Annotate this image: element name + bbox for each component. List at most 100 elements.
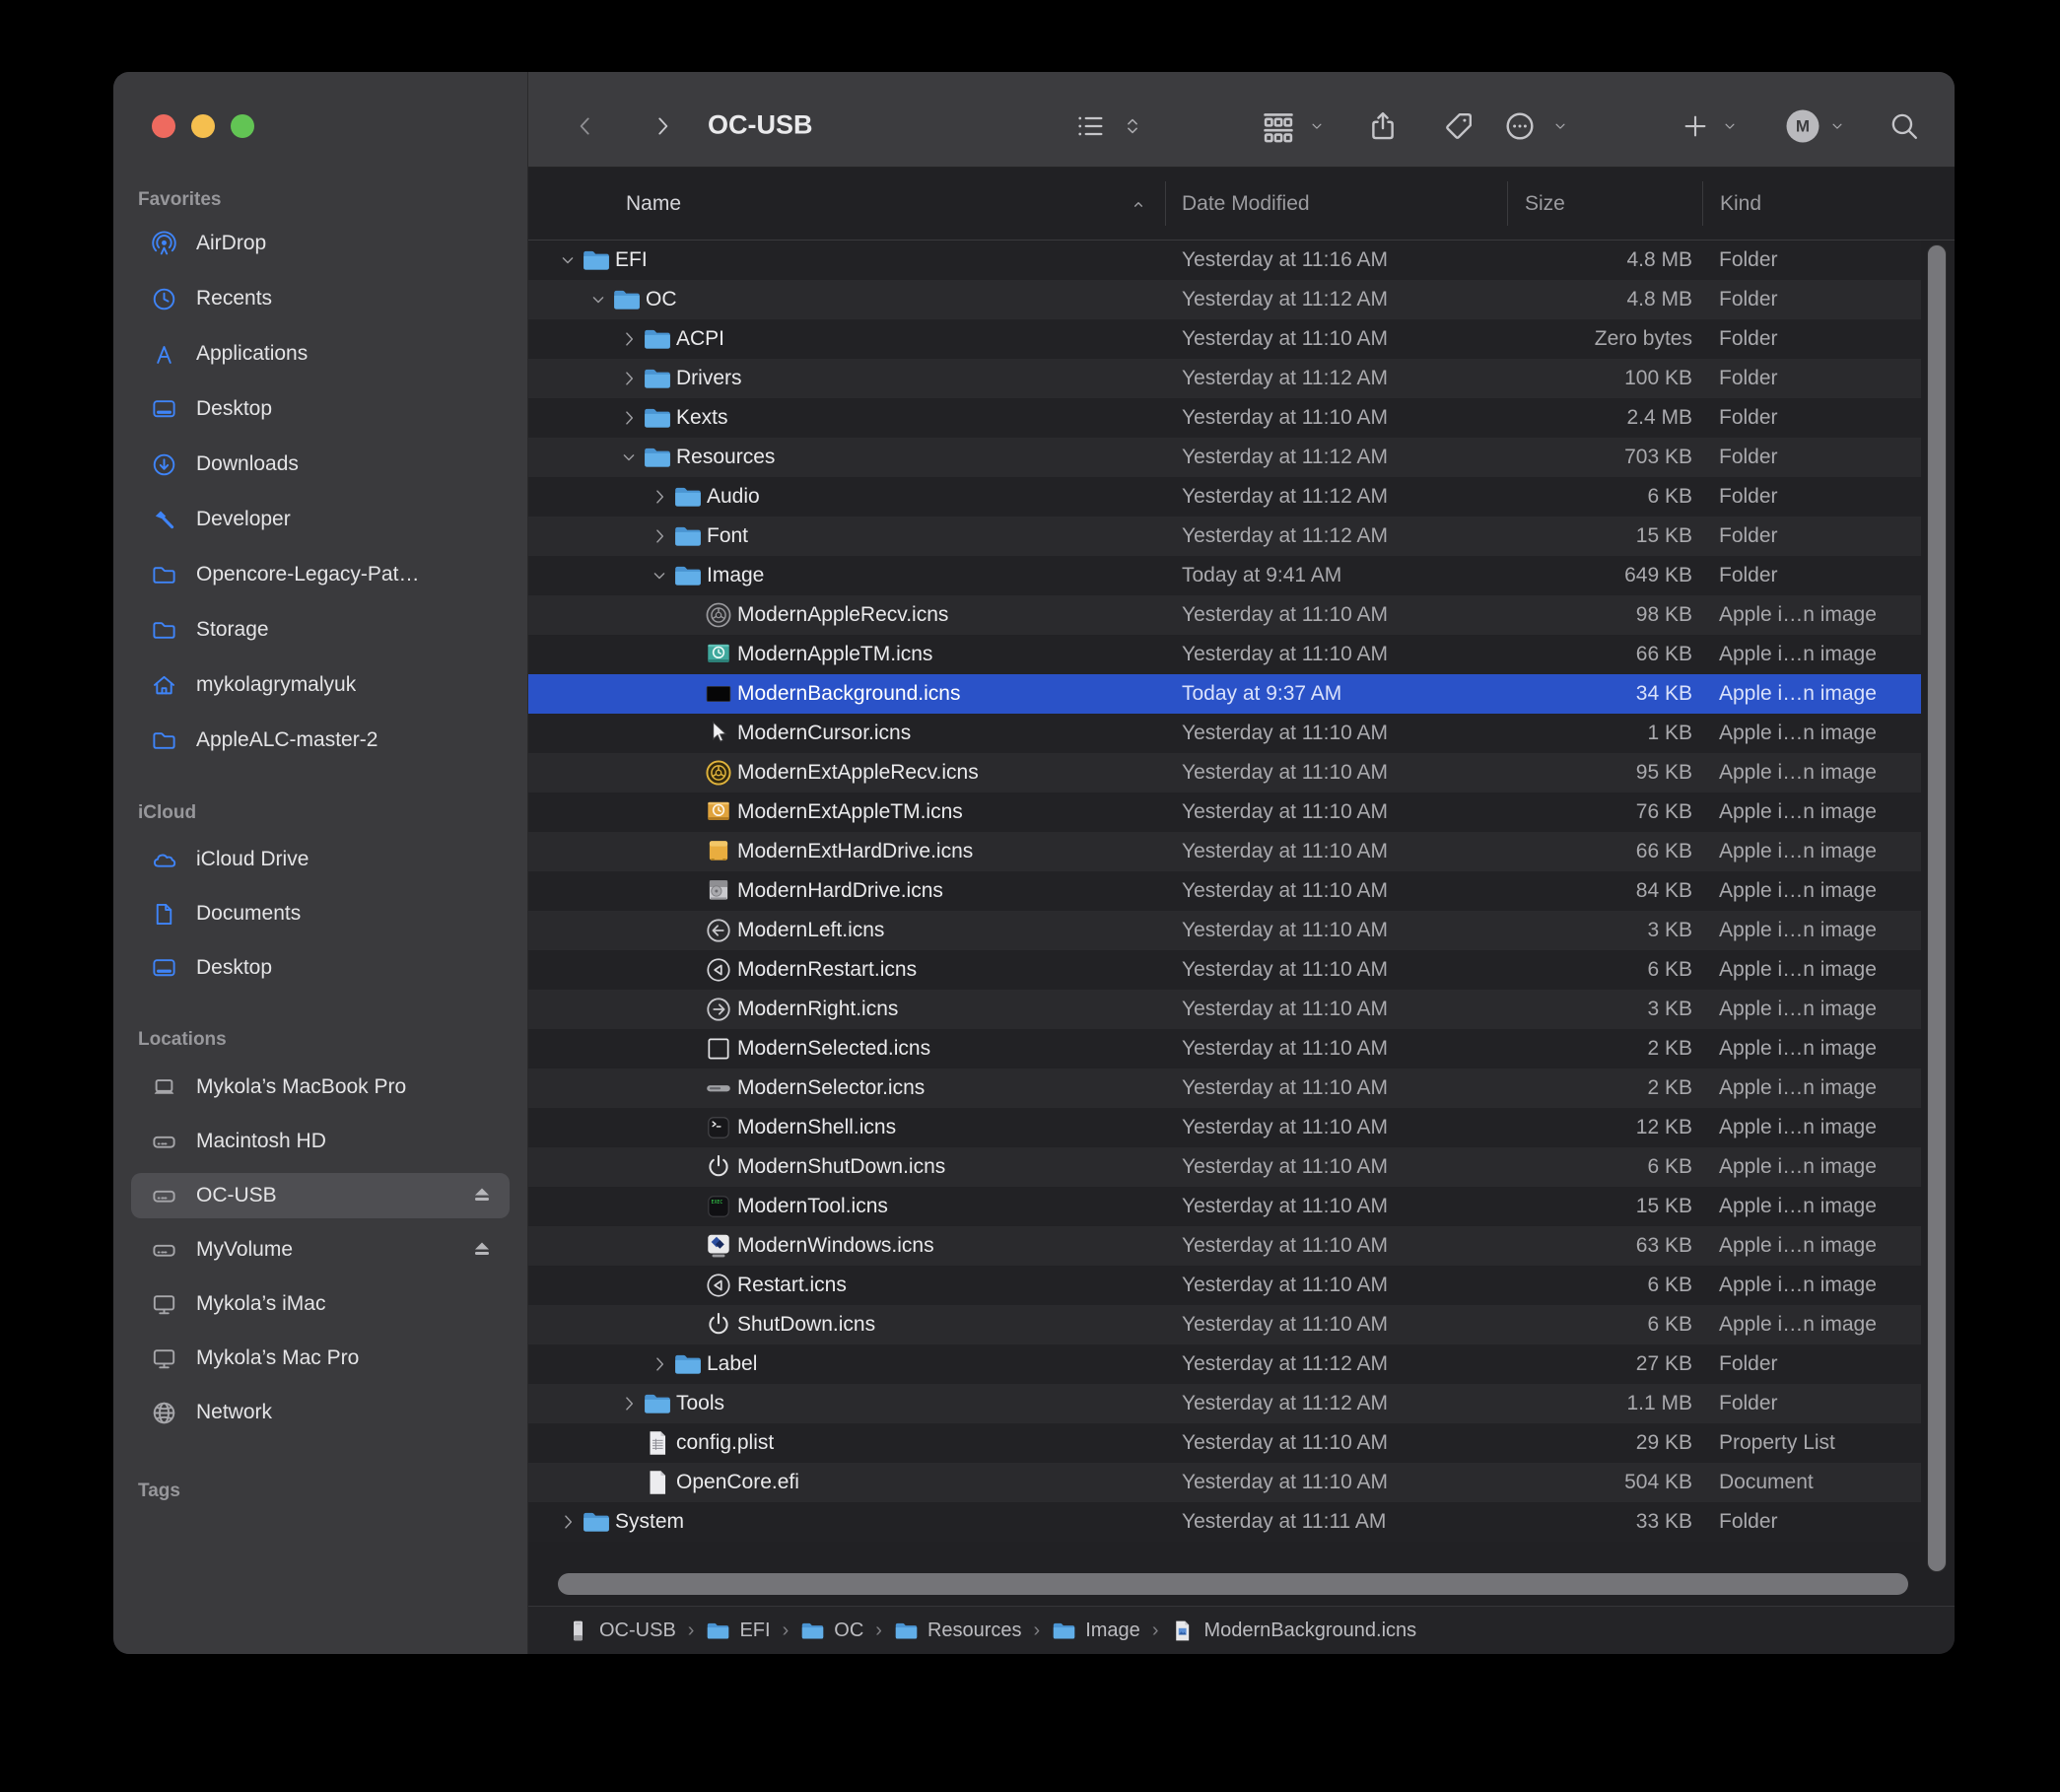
path-item-modernbackground-icns[interactable]: ModernBackground.icns — [1170, 1619, 1416, 1643]
file-row[interactable]: EXECModernTool.icnsYesterday at 11:10 AM… — [528, 1187, 1921, 1226]
column-divider[interactable] — [1507, 181, 1508, 226]
sidebar-item-mykola-s-imac[interactable]: Mykola’s iMac — [131, 1281, 510, 1327]
sidebar-item-macintosh-hd[interactable]: Macintosh HD — [131, 1119, 510, 1164]
eject-icon[interactable] — [470, 1238, 494, 1262]
sidebar-item-icloud-drive[interactable]: iCloud Drive — [131, 837, 510, 882]
file-row[interactable]: config.plistYesterday at 11:10 AM29 KBPr… — [528, 1423, 1921, 1463]
disclosure-closed-icon[interactable] — [619, 1384, 639, 1423]
file-row[interactable]: ModernExtAppleTM.icnsYesterday at 11:10 … — [528, 793, 1921, 832]
close-button[interactable] — [152, 114, 175, 138]
new-item-plus-icon[interactable] — [1681, 111, 1710, 141]
file-row[interactable]: ModernShutDown.icnsYesterday at 11:10 AM… — [528, 1147, 1921, 1187]
file-row[interactable]: LabelYesterday at 11:12 AM27 KBFolder — [528, 1344, 1921, 1384]
column-name[interactable]: Name — [626, 192, 681, 216]
search-icon[interactable] — [1888, 110, 1921, 143]
more-actions-icon[interactable] — [1503, 109, 1537, 143]
horizontal-scrollbar-thumb[interactable] — [558, 1573, 1908, 1595]
zoom-button[interactable] — [231, 114, 254, 138]
file-row[interactable]: ModernHardDrive.icnsYesterday at 11:10 A… — [528, 871, 1921, 911]
file-row[interactable]: AudioYesterday at 11:12 AM6 KBFolder — [528, 477, 1921, 517]
back-icon[interactable] — [573, 113, 598, 139]
sidebar-item-mykola-s-macbook-pro[interactable]: Mykola’s MacBook Pro — [131, 1065, 510, 1110]
file-row[interactable]: ModernExtHardDrive.icnsYesterday at 11:1… — [528, 832, 1921, 871]
column-divider[interactable] — [1165, 181, 1166, 226]
file-row[interactable]: Restart.icnsYesterday at 11:10 AM6 KBApp… — [528, 1266, 1921, 1305]
disclosure-open-icon[interactable] — [619, 438, 639, 477]
eject-icon[interactable] — [470, 1184, 494, 1207]
sidebar-item-opencore-legacy-pat[interactable]: Opencore-Legacy-Pat… — [131, 552, 510, 597]
sidebar-item-developer[interactable]: Developer — [131, 497, 510, 542]
path-item-resources[interactable]: Resources — [894, 1619, 1022, 1643]
sidebar-item-downloads[interactable]: Downloads — [131, 442, 510, 487]
sidebar-item-network[interactable]: Network — [131, 1390, 510, 1435]
vertical-scrollbar-thumb[interactable] — [1927, 244, 1947, 1572]
disclosure-closed-icon[interactable] — [650, 477, 669, 517]
disclosure-open-icon[interactable] — [558, 241, 578, 280]
sidebar-item-oc-usb[interactable]: OC-USB — [131, 1173, 510, 1218]
file-row[interactable]: ModernCursor.icnsYesterday at 11:10 AM1 … — [528, 714, 1921, 753]
new-item-chevron-icon[interactable] — [1722, 118, 1739, 135]
file-row[interactable]: ModernWindows.icnsYesterday at 11:10 AM6… — [528, 1226, 1921, 1266]
file-row[interactable]: FontYesterday at 11:12 AM15 KBFolder — [528, 517, 1921, 556]
file-row[interactable]: EFIYesterday at 11:16 AM4.8 MBFolder — [528, 241, 1921, 280]
file-row[interactable]: ModernLeft.icnsYesterday at 11:10 AM3 KB… — [528, 911, 1921, 950]
path-item-efi[interactable]: EFI — [706, 1619, 770, 1643]
disclosure-closed-icon[interactable] — [650, 1344, 669, 1384]
path-item-oc[interactable]: OC — [800, 1619, 863, 1643]
sidebar-item-desktop[interactable]: Desktop — [131, 386, 510, 432]
file-row[interactable]: SystemYesterday at 11:11 AM33 KBFolder — [528, 1502, 1921, 1542]
forward-icon[interactable] — [650, 113, 675, 139]
file-row[interactable]: ModernRestart.icnsYesterday at 11:10 AM6… — [528, 950, 1921, 990]
minimize-button[interactable] — [191, 114, 215, 138]
file-row[interactable]: ModernBackground.icnsToday at 9:37 AM34 … — [528, 674, 1921, 714]
file-row[interactable]: ShutDown.icnsYesterday at 11:10 AM6 KBAp… — [528, 1305, 1921, 1344]
sidebar-item-recents[interactable]: Recents — [131, 276, 510, 321]
sidebar-item-storage[interactable]: Storage — [131, 607, 510, 653]
path-item-image[interactable]: Image — [1052, 1619, 1140, 1643]
file-row[interactable]: OpenCore.efiYesterday at 11:10 AM504 KBD… — [528, 1463, 1921, 1502]
file-row[interactable]: KextsYesterday at 11:10 AM2.4 MBFolder — [528, 398, 1921, 438]
tag-icon[interactable] — [1443, 110, 1476, 143]
view-options-stepper-icon[interactable] — [1122, 112, 1143, 140]
file-row[interactable]: ModernSelector.icnsYesterday at 11:10 AM… — [528, 1068, 1921, 1108]
column-kind[interactable]: Kind — [1720, 192, 1761, 216]
file-row[interactable]: ACPIYesterday at 11:10 AMZero bytesFolde… — [528, 319, 1921, 359]
disclosure-closed-icon[interactable] — [650, 517, 669, 556]
column-divider[interactable] — [1702, 181, 1703, 226]
disclosure-open-icon[interactable] — [650, 556, 669, 595]
sidebar-item-airdrop[interactable]: AirDrop — [131, 221, 510, 266]
file-row[interactable]: ModernRight.icnsYesterday at 11:10 AM3 K… — [528, 990, 1921, 1029]
sidebar-item-desktop[interactable]: Desktop — [131, 945, 510, 991]
file-row[interactable]: ModernShell.icnsYesterday at 11:10 AM12 … — [528, 1108, 1921, 1147]
column-size[interactable]: Size — [1525, 192, 1565, 216]
sidebar-item-mykola-s-mac-pro[interactable]: Mykola’s Mac Pro — [131, 1336, 510, 1381]
file-row[interactable]: ModernSelected.icnsYesterday at 11:10 AM… — [528, 1029, 1921, 1068]
column-date-modified[interactable]: Date Modified — [1182, 192, 1310, 216]
list-view-icon[interactable] — [1074, 110, 1106, 142]
sidebar-item-applealc-master-2[interactable]: AppleALC-master-2 — [131, 718, 510, 763]
path-item-oc-usb[interactable]: OC-USB — [566, 1619, 676, 1643]
more-actions-chevron-icon[interactable] — [1552, 118, 1569, 135]
sidebar-item-applications[interactable]: Applications — [131, 331, 510, 377]
file-row[interactable]: ModernAppleTM.icnsYesterday at 11:10 AM6… — [528, 635, 1921, 674]
file-row[interactable]: OCYesterday at 11:12 AM4.8 MBFolder — [528, 280, 1921, 319]
sidebar-item-documents[interactable]: Documents — [131, 891, 510, 936]
sidebar-item-myvolume[interactable]: MyVolume — [131, 1227, 510, 1273]
account-chevron-icon[interactable] — [1829, 118, 1846, 135]
share-icon[interactable] — [1366, 109, 1400, 143]
disclosure-closed-icon[interactable] — [558, 1502, 578, 1542]
disclosure-closed-icon[interactable] — [619, 398, 639, 438]
sidebar-item-mykolagrymalyuk[interactable]: mykolagrymalyuk — [131, 662, 510, 708]
account-avatar[interactable]: M — [1787, 110, 1820, 143]
disclosure-closed-icon[interactable] — [619, 319, 639, 359]
file-row[interactable]: ToolsYesterday at 11:12 AM1.1 MBFolder — [528, 1384, 1921, 1423]
disclosure-closed-icon[interactable] — [619, 359, 639, 398]
group-by-icon[interactable] — [1261, 108, 1296, 144]
disclosure-open-icon[interactable] — [588, 280, 608, 319]
file-row[interactable]: ModernAppleRecv.icnsYesterday at 11:10 A… — [528, 595, 1921, 635]
file-row[interactable]: ResourcesYesterday at 11:12 AM703 KBFold… — [528, 438, 1921, 477]
file-row[interactable]: ImageToday at 9:41 AM649 KBFolder — [528, 556, 1921, 595]
group-by-chevron-icon[interactable] — [1309, 118, 1326, 135]
file-row[interactable]: ModernExtAppleRecv.icnsYesterday at 11:1… — [528, 753, 1921, 793]
file-row[interactable]: DriversYesterday at 11:12 AM100 KBFolder — [528, 359, 1921, 398]
